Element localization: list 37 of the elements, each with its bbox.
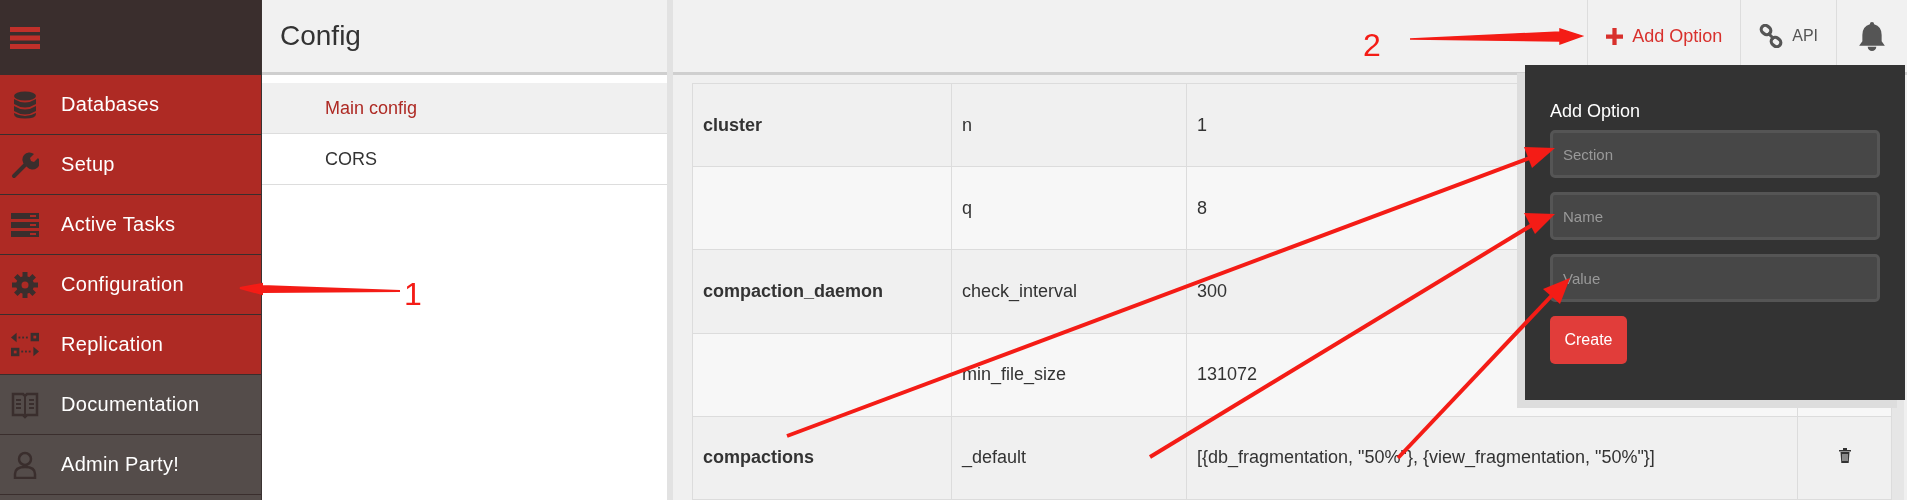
sidebar-item[interactable]: Configuration (0, 255, 261, 315)
settings-icon (11, 270, 39, 299)
annotation-number: 2 (1363, 27, 1381, 63)
input-field[interactable]: Name (1550, 192, 1880, 240)
table-cell: compaction_daemon (703, 280, 884, 301)
table-cell: 300 (1197, 280, 1228, 301)
table-cell: compactions (703, 447, 815, 468)
replication-icon (11, 330, 39, 359)
input-field[interactable]: Section (1550, 130, 1880, 178)
table-cell: min_file_size (962, 364, 1067, 385)
table-cell: _default (962, 447, 1027, 468)
database-icon (11, 90, 39, 119)
table-cell: n (962, 114, 972, 135)
trash-icon[interactable] (1837, 447, 1852, 464)
table-cell: q (962, 197, 972, 218)
popover-title: Add Option (1550, 101, 1642, 122)
plus-icon (1606, 27, 1624, 45)
sidebar-item[interactable]: Replication (0, 315, 261, 375)
annotation-number: 1 (404, 276, 422, 312)
table-cell: 131072 (1197, 364, 1258, 385)
sidebar-item[interactable]: Databases (0, 75, 261, 135)
table-cell: 8 (1197, 197, 1207, 218)
sidebar-item[interactable]: Setup (0, 135, 261, 195)
config-nav-item[interactable]: Main config (262, 83, 667, 134)
page-title: Config (280, 20, 361, 52)
table-cell: check_interval (962, 280, 1078, 301)
link-icon (1759, 24, 1784, 48)
book-icon (11, 390, 39, 419)
input-field[interactable]: Value (1550, 254, 1880, 302)
bell-icon (1859, 21, 1885, 51)
server-icon (11, 210, 39, 239)
user-icon (11, 450, 39, 479)
wrench-icon (11, 150, 39, 179)
create-button[interactable]: Create (1550, 316, 1627, 364)
table-cell: 1 (1197, 114, 1207, 135)
table-cell: cluster (703, 114, 763, 135)
sidebar-item[interactable]: Active Tasks (0, 195, 261, 255)
